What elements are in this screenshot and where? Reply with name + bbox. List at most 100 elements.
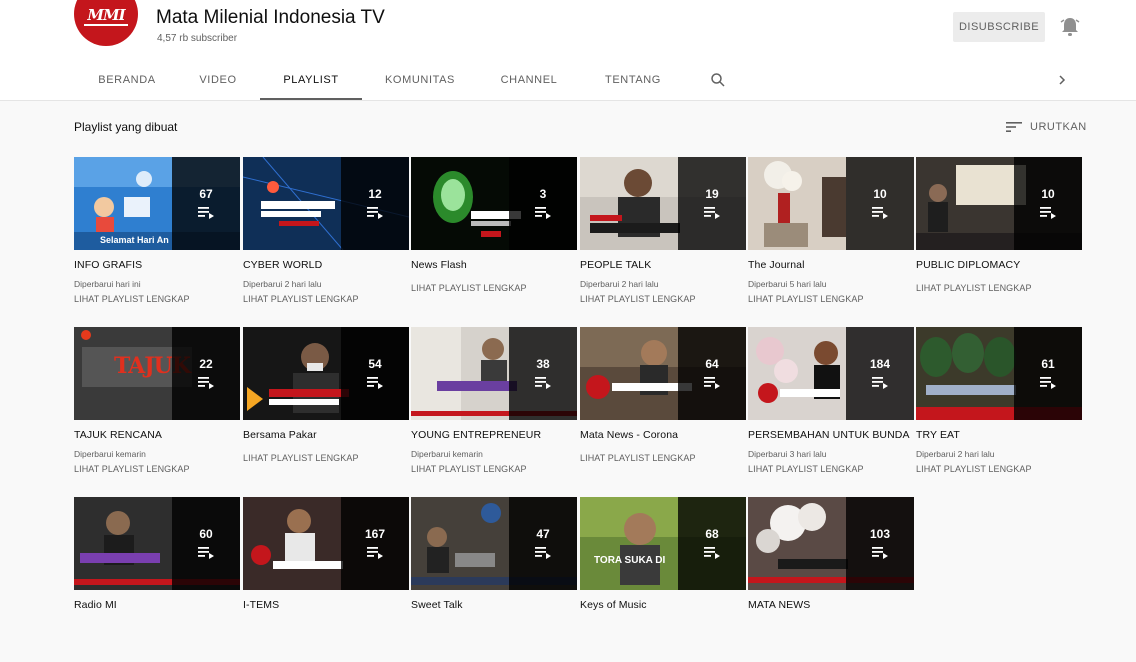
video-count-overlay: 54	[341, 327, 409, 420]
playlist-thumbnail[interactable]: 10	[916, 157, 1082, 250]
playlist-title[interactable]: TAJUK RENCANA	[74, 429, 254, 441]
playlist-thumbnail[interactable]: 167	[243, 497, 409, 590]
channel-header: MMI Mata Milenial Indonesia TV 4,57 rb s…	[0, 0, 1136, 101]
playlist-thumbnail[interactable]: 12	[243, 157, 409, 250]
playlist-thumbnail[interactable]: 54	[243, 327, 409, 420]
playlist-thumbnail[interactable]: 64	[580, 327, 746, 420]
video-count: 64	[705, 357, 719, 371]
playlist-title[interactable]: PERSEMBAHAN UNTUK BUNDA	[748, 429, 928, 441]
playlist-title[interactable]: YOUNG ENTREPRENEUR	[411, 429, 591, 441]
playlist-thumbnail[interactable]: 60	[74, 497, 240, 590]
view-full-playlist-link[interactable]: LIHAT PLAYLIST LENGKAP	[243, 453, 359, 463]
playlist-title[interactable]: Keys of Music	[580, 599, 760, 611]
playlist-card: 61 TRY EAT Diperbarui 2 hari lalu LIHAT …	[916, 327, 1082, 492]
view-full-playlist-link[interactable]: LIHAT PLAYLIST LENGKAP	[748, 294, 864, 304]
video-count: 3	[539, 187, 547, 201]
playlist-updated: Diperbarui 3 hari lalu	[748, 449, 827, 459]
playlist-thumbnail[interactable]: TAJUK 22	[74, 327, 240, 420]
playlist-updated: Diperbarui kemarin	[74, 449, 146, 459]
view-full-playlist-link[interactable]: LIHAT PLAYLIST LENGKAP	[916, 464, 1032, 474]
playlist-title[interactable]: I-TEMS	[243, 599, 423, 611]
view-full-playlist-link[interactable]: LIHAT PLAYLIST LENGKAP	[580, 453, 696, 463]
playlist-title[interactable]: TRY EAT	[916, 429, 1096, 441]
video-count-overlay: 184	[846, 327, 914, 420]
video-count: 67	[199, 187, 213, 201]
playlist-icon	[872, 547, 888, 559]
playlist-title[interactable]: CYBER WORLD	[243, 259, 423, 271]
playlist-card: TORA SUKA DI 68 Keys of Music	[580, 497, 746, 662]
channel-title: Mata Milenial Indonesia TV	[156, 7, 385, 28]
playlist-card: Selamat Hari An 67 INFO GRAFIS Diperbaru…	[74, 157, 240, 322]
chevron-right-icon[interactable]	[1056, 74, 1068, 86]
playlist-title[interactable]: Sweet Talk	[411, 599, 591, 611]
playlist-icon	[367, 547, 383, 559]
playlist-thumbnail[interactable]: 10	[748, 157, 914, 250]
video-count-overlay: 22	[172, 327, 240, 420]
playlist-title[interactable]: Bersama Pakar	[243, 429, 423, 441]
view-full-playlist-link[interactable]: LIHAT PLAYLIST LENGKAP	[580, 294, 696, 304]
playlist-card: 3 News Flash LIHAT PLAYLIST LENGKAP	[411, 157, 577, 322]
view-full-playlist-link[interactable]: LIHAT PLAYLIST LENGKAP	[411, 464, 527, 474]
playlist-title[interactable]: The Journal	[748, 259, 928, 271]
avatar-logo-stripe	[84, 24, 128, 26]
playlist-updated: Diperbarui 2 hari lalu	[916, 449, 995, 459]
video-count-overlay: 61	[1014, 327, 1082, 420]
video-count-overlay: 3	[509, 157, 577, 250]
playlist-title[interactable]: INFO GRAFIS	[74, 259, 254, 271]
playlist-thumbnail[interactable]: 47	[411, 497, 577, 590]
video-count-overlay: 38	[509, 327, 577, 420]
playlist-title[interactable]: PUBLIC DIPLOMACY	[916, 259, 1096, 271]
playlist-title[interactable]: Radio MI	[74, 599, 254, 611]
search-icon[interactable]	[710, 72, 726, 88]
playlist-thumbnail[interactable]: 19	[580, 157, 746, 250]
video-count-overlay: 103	[846, 497, 914, 590]
view-full-playlist-link[interactable]: LIHAT PLAYLIST LENGKAP	[243, 294, 359, 304]
playlist-thumbnail[interactable]: 38	[411, 327, 577, 420]
video-count-overlay: 47	[509, 497, 577, 590]
sort-button[interactable]: URUTKAN	[1006, 118, 1087, 136]
view-full-playlist-link[interactable]: LIHAT PLAYLIST LENGKAP	[748, 464, 864, 474]
unsubscribe-button[interactable]: DISUBSCRIBE	[953, 12, 1045, 42]
video-count: 10	[873, 187, 887, 201]
playlist-thumbnail[interactable]: TORA SUKA DI 68	[580, 497, 746, 590]
video-count: 61	[1041, 357, 1055, 371]
playlist-icon	[367, 377, 383, 389]
tab-playlist[interactable]: PLAYLIST	[260, 66, 362, 100]
tab-komunitas[interactable]: KOMUNITAS	[384, 66, 456, 98]
tab-beranda[interactable]: BERANDA	[98, 66, 156, 98]
video-count: 10	[1041, 187, 1055, 201]
channel-avatar[interactable]: MMI	[74, 0, 138, 46]
section-title: Playlist yang dibuat	[74, 120, 178, 134]
playlist-thumbnail[interactable]: 184	[748, 327, 914, 420]
playlist-icon	[872, 377, 888, 389]
playlist-icon	[704, 377, 720, 389]
playlist-title[interactable]: Mata News - Corona	[580, 429, 760, 441]
video-count: 22	[199, 357, 213, 371]
playlist-updated: Diperbarui kemarin	[411, 449, 483, 459]
view-full-playlist-link[interactable]: LIHAT PLAYLIST LENGKAP	[74, 294, 190, 304]
video-count: 103	[869, 527, 891, 541]
playlist-card: 19 PEOPLE TALK Diperbarui 2 hari lalu LI…	[580, 157, 746, 322]
playlist-thumbnail[interactable]: 103	[748, 497, 914, 590]
tab-video[interactable]: VIDEO	[198, 66, 238, 98]
view-full-playlist-link[interactable]: LIHAT PLAYLIST LENGKAP	[916, 283, 1032, 293]
playlist-title[interactable]: MATA NEWS	[748, 599, 928, 611]
playlist-icon	[704, 547, 720, 559]
playlist-icon	[198, 207, 214, 219]
tab-tentang[interactable]: TENTANG	[604, 66, 662, 98]
notification-bell-icon[interactable]	[1060, 16, 1080, 38]
playlist-card: 12 CYBER WORLD Diperbarui 2 hari lalu LI…	[243, 157, 409, 322]
playlist-thumbnail[interactable]: 3	[411, 157, 577, 250]
tab-channel[interactable]: CHANNEL	[500, 66, 558, 98]
playlist-title[interactable]: News Flash	[411, 259, 591, 271]
playlist-title[interactable]: PEOPLE TALK	[580, 259, 760, 271]
playlist-thumbnail[interactable]: 61	[916, 327, 1082, 420]
playlist-icon	[872, 207, 888, 219]
playlist-icon	[535, 377, 551, 389]
playlist-icon	[1040, 207, 1056, 219]
playlist-card: 103 MATA NEWS	[748, 497, 914, 662]
view-full-playlist-link[interactable]: LIHAT PLAYLIST LENGKAP	[74, 464, 190, 474]
video-count: 38	[536, 357, 550, 371]
view-full-playlist-link[interactable]: LIHAT PLAYLIST LENGKAP	[411, 283, 527, 293]
playlist-thumbnail[interactable]: Selamat Hari An 67	[74, 157, 240, 250]
